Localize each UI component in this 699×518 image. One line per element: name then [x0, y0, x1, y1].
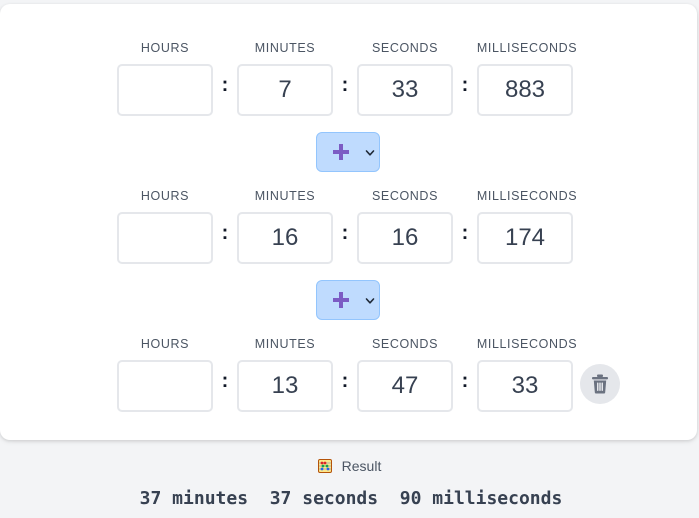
separator: :: [221, 370, 229, 392]
time-row: HOURS MINUTES SECONDS MILLISECONDS : 16 …: [117, 184, 627, 264]
time-row: HOURS MINUTES SECONDS MILLISECONDS : 13 …: [117, 332, 627, 412]
separator: :: [341, 74, 349, 96]
separator: :: [221, 74, 229, 96]
calculator-card: HOURS MINUTES SECONDS MILLISECONDS : 7 :…: [0, 4, 697, 440]
hours-input[interactable]: [117, 64, 213, 116]
result-label: Result: [341, 458, 382, 474]
separator: :: [461, 74, 469, 96]
seconds-input[interactable]: 33: [357, 64, 453, 116]
result-header: Result: [0, 458, 699, 474]
minutes-label: MINUTES: [254, 189, 316, 203]
operator-select[interactable]: [316, 132, 380, 172]
result-value: 37 minutes 37 seconds 90 milliseconds: [139, 488, 563, 509]
milliseconds-label: MILLISECONDS: [476, 189, 578, 203]
time-row: HOURS MINUTES SECONDS MILLISECONDS : 7 :…: [117, 36, 627, 116]
minutes-input[interactable]: 16: [237, 212, 333, 264]
seconds-label: SECONDS: [371, 189, 439, 203]
separator: :: [341, 370, 349, 392]
hours-label: HOURS: [140, 337, 190, 351]
minutes-label: MINUTES: [254, 41, 316, 55]
chevron-down-icon: [365, 150, 375, 156]
plus-icon: [333, 144, 349, 160]
minutes-input[interactable]: 7: [237, 64, 333, 116]
plus-icon: [333, 292, 349, 308]
seconds-input[interactable]: 16: [357, 212, 453, 264]
milliseconds-input[interactable]: 33: [477, 360, 573, 412]
milliseconds-input[interactable]: 174: [477, 212, 573, 264]
delete-row-button[interactable]: [580, 364, 620, 404]
seconds-label: SECONDS: [371, 337, 439, 351]
minutes-label: MINUTES: [254, 337, 316, 351]
milliseconds-label: MILLISECONDS: [476, 41, 578, 55]
milliseconds-input[interactable]: 883: [477, 64, 573, 116]
hours-input[interactable]: [117, 360, 213, 412]
separator: :: [461, 370, 469, 392]
trash-icon: [592, 374, 608, 394]
abacus-icon: [317, 459, 332, 473]
separator: :: [341, 222, 349, 244]
seconds-label: SECONDS: [371, 41, 439, 55]
seconds-input[interactable]: 47: [357, 360, 453, 412]
milliseconds-label: MILLISECONDS: [476, 337, 578, 351]
separator: :: [221, 222, 229, 244]
hours-label: HOURS: [140, 41, 190, 55]
hours-input[interactable]: [117, 212, 213, 264]
minutes-input[interactable]: 13: [237, 360, 333, 412]
operator-select[interactable]: [316, 280, 380, 320]
chevron-down-icon: [365, 298, 375, 304]
hours-label: HOURS: [140, 189, 190, 203]
separator: :: [461, 222, 469, 244]
